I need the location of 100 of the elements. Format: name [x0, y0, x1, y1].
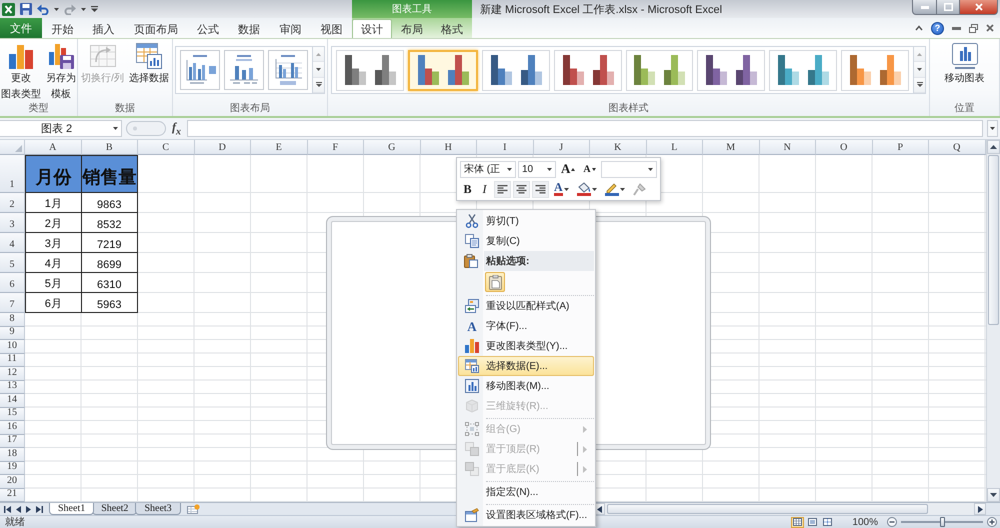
row-header[interactable]: 4: [0, 233, 25, 253]
chart-style-option[interactable]: [408, 50, 478, 90]
scroll-down-button[interactable]: [914, 62, 925, 78]
chart-layout-option[interactable]: [224, 50, 264, 90]
move-chart-button[interactable]: 移动图表: [944, 41, 986, 85]
row-header[interactable]: 1: [0, 155, 25, 193]
align-left-button[interactable]: [494, 180, 511, 198]
column-header[interactable]: G: [364, 140, 420, 155]
column-header[interactable]: O: [816, 140, 872, 155]
menu-item[interactable]: 复制(C): [458, 231, 594, 251]
bold-button[interactable]: B: [460, 180, 475, 198]
chart-style-option[interactable]: [554, 50, 622, 90]
caret-down-icon[interactable]: [81, 8, 86, 10]
expand-formula-button[interactable]: [987, 120, 998, 137]
ribbon-tab[interactable]: 布局: [392, 19, 432, 38]
menu-item[interactable]: 选择数据(E)...: [458, 356, 594, 376]
column-header[interactable]: B: [82, 140, 138, 155]
close-button[interactable]: [960, 0, 998, 15]
more-button[interactable]: [313, 78, 324, 93]
right-arrow-icon[interactable]: [978, 506, 982, 512]
scroll-up-button[interactable]: [987, 140, 1000, 154]
row-header[interactable]: 8: [0, 313, 25, 326]
column-header[interactable]: K: [590, 140, 646, 155]
menu-item[interactable]: A 字体(F)...: [458, 316, 594, 336]
chart-style-option[interactable]: [769, 50, 838, 90]
chart-style-option[interactable]: [626, 50, 694, 90]
caret-down-icon[interactable]: [54, 8, 59, 10]
chart-style-option[interactable]: [482, 50, 550, 90]
row-header[interactable]: 17: [0, 434, 25, 448]
row-header[interactable]: 11: [0, 354, 25, 367]
normal-view-button[interactable]: [791, 516, 804, 528]
row-header[interactable]: 19: [0, 462, 25, 475]
column-header[interactable]: J: [534, 140, 590, 155]
font-color-button[interactable]: A: [551, 180, 572, 198]
page-layout-view-button[interactable]: [806, 516, 820, 528]
column-header[interactable]: A: [25, 140, 82, 155]
ribbon-tab[interactable]: 审阅: [272, 19, 308, 38]
column-header[interactable]: F: [308, 140, 364, 155]
close-button[interactable]: [986, 22, 994, 34]
ribbon-tab[interactable]: 插入: [86, 19, 122, 38]
menu-item[interactable]: 移动图表(M)...: [458, 376, 594, 396]
menu-item[interactable]: 重设以匹配样式(A): [458, 296, 594, 316]
row-header[interactable]: 20: [0, 475, 25, 488]
row-header[interactable]: 21: [0, 488, 25, 502]
scrollbar-thumb[interactable]: [988, 155, 999, 325]
column-header[interactable]: D: [194, 140, 251, 155]
scroll-right-button[interactable]: [974, 503, 986, 515]
row-header[interactable]: 2: [0, 193, 25, 213]
customize-menu-icon[interactable]: [91, 6, 98, 12]
chart-layout-option[interactable]: [180, 50, 220, 90]
scroll-down-button[interactable]: [987, 488, 1000, 502]
column-header[interactable]: C: [138, 140, 194, 155]
column-header[interactable]: E: [251, 140, 308, 155]
right-arrow-icon[interactable]: [26, 506, 31, 512]
undo-arrow-icon[interactable]: [37, 4, 49, 14]
select-data-button[interactable]: 选择数据: [128, 41, 170, 85]
row-header[interactable]: 5: [0, 253, 25, 273]
left-arrow-icon[interactable]: [596, 506, 602, 512]
shrink-font-button[interactable]: A: [580, 160, 599, 178]
menu-item[interactable]: 剪切(T): [458, 211, 594, 231]
restore-button[interactable]: [969, 22, 978, 34]
zoom-out-icon[interactable]: [887, 517, 897, 527]
font-name-field[interactable]: 宋体 (正: [460, 160, 516, 178]
column-header[interactable]: Q: [929, 140, 986, 155]
column-header[interactable]: I: [477, 140, 534, 155]
chart-style-option[interactable]: [336, 50, 404, 90]
new-sheet-icon[interactable]: [186, 504, 200, 514]
row-header[interactable]: 6: [0, 273, 25, 293]
last-arrow-icon[interactable]: [36, 506, 43, 512]
save-as-template-button[interactable]: 另存为 模板: [45, 41, 77, 101]
scroll-down-button[interactable]: [313, 62, 324, 78]
chart-layout-option[interactable]: [268, 50, 308, 90]
row-header[interactable]: 14: [0, 394, 25, 408]
row-header[interactable]: 7: [0, 293, 25, 313]
maximize-button[interactable]: [937, 0, 960, 15]
dropdown-field[interactable]: [600, 160, 657, 178]
scrollbar-thumb[interactable]: [607, 504, 928, 514]
row-header[interactable]: 12: [0, 367, 25, 380]
row-header[interactable]: 18: [0, 448, 25, 462]
column-header[interactable]: P: [872, 140, 929, 155]
ribbon-tab[interactable]: 数据: [231, 19, 268, 38]
row-header[interactable]: 3: [0, 213, 25, 233]
zoom-in-icon[interactable]: [987, 517, 997, 527]
ribbon-tab[interactable]: 设计: [352, 19, 392, 38]
ribbon-tab[interactable]: 页面布局: [126, 19, 185, 38]
font-size-field[interactable]: 10: [518, 160, 556, 178]
more-button[interactable]: [914, 78, 925, 93]
column-header[interactable]: N: [760, 140, 816, 155]
slider-thumb[interactable]: [940, 517, 945, 527]
name-box[interactable]: 图表 2: [0, 120, 122, 137]
sheet-tab[interactable]: Sheet2: [92, 503, 138, 515]
row-header[interactable]: 10: [0, 340, 25, 354]
row-header[interactable]: 13: [0, 380, 25, 394]
row-header[interactable]: 15: [0, 408, 25, 421]
align-right-button[interactable]: [532, 180, 549, 198]
ribbon-tab[interactable]: 格式: [432, 19, 472, 38]
formula-input[interactable]: [187, 120, 983, 137]
row-header[interactable]: 16: [0, 421, 25, 434]
paste-option-button[interactable]: [485, 272, 505, 292]
ribbon-tab[interactable]: 开始: [44, 19, 81, 38]
